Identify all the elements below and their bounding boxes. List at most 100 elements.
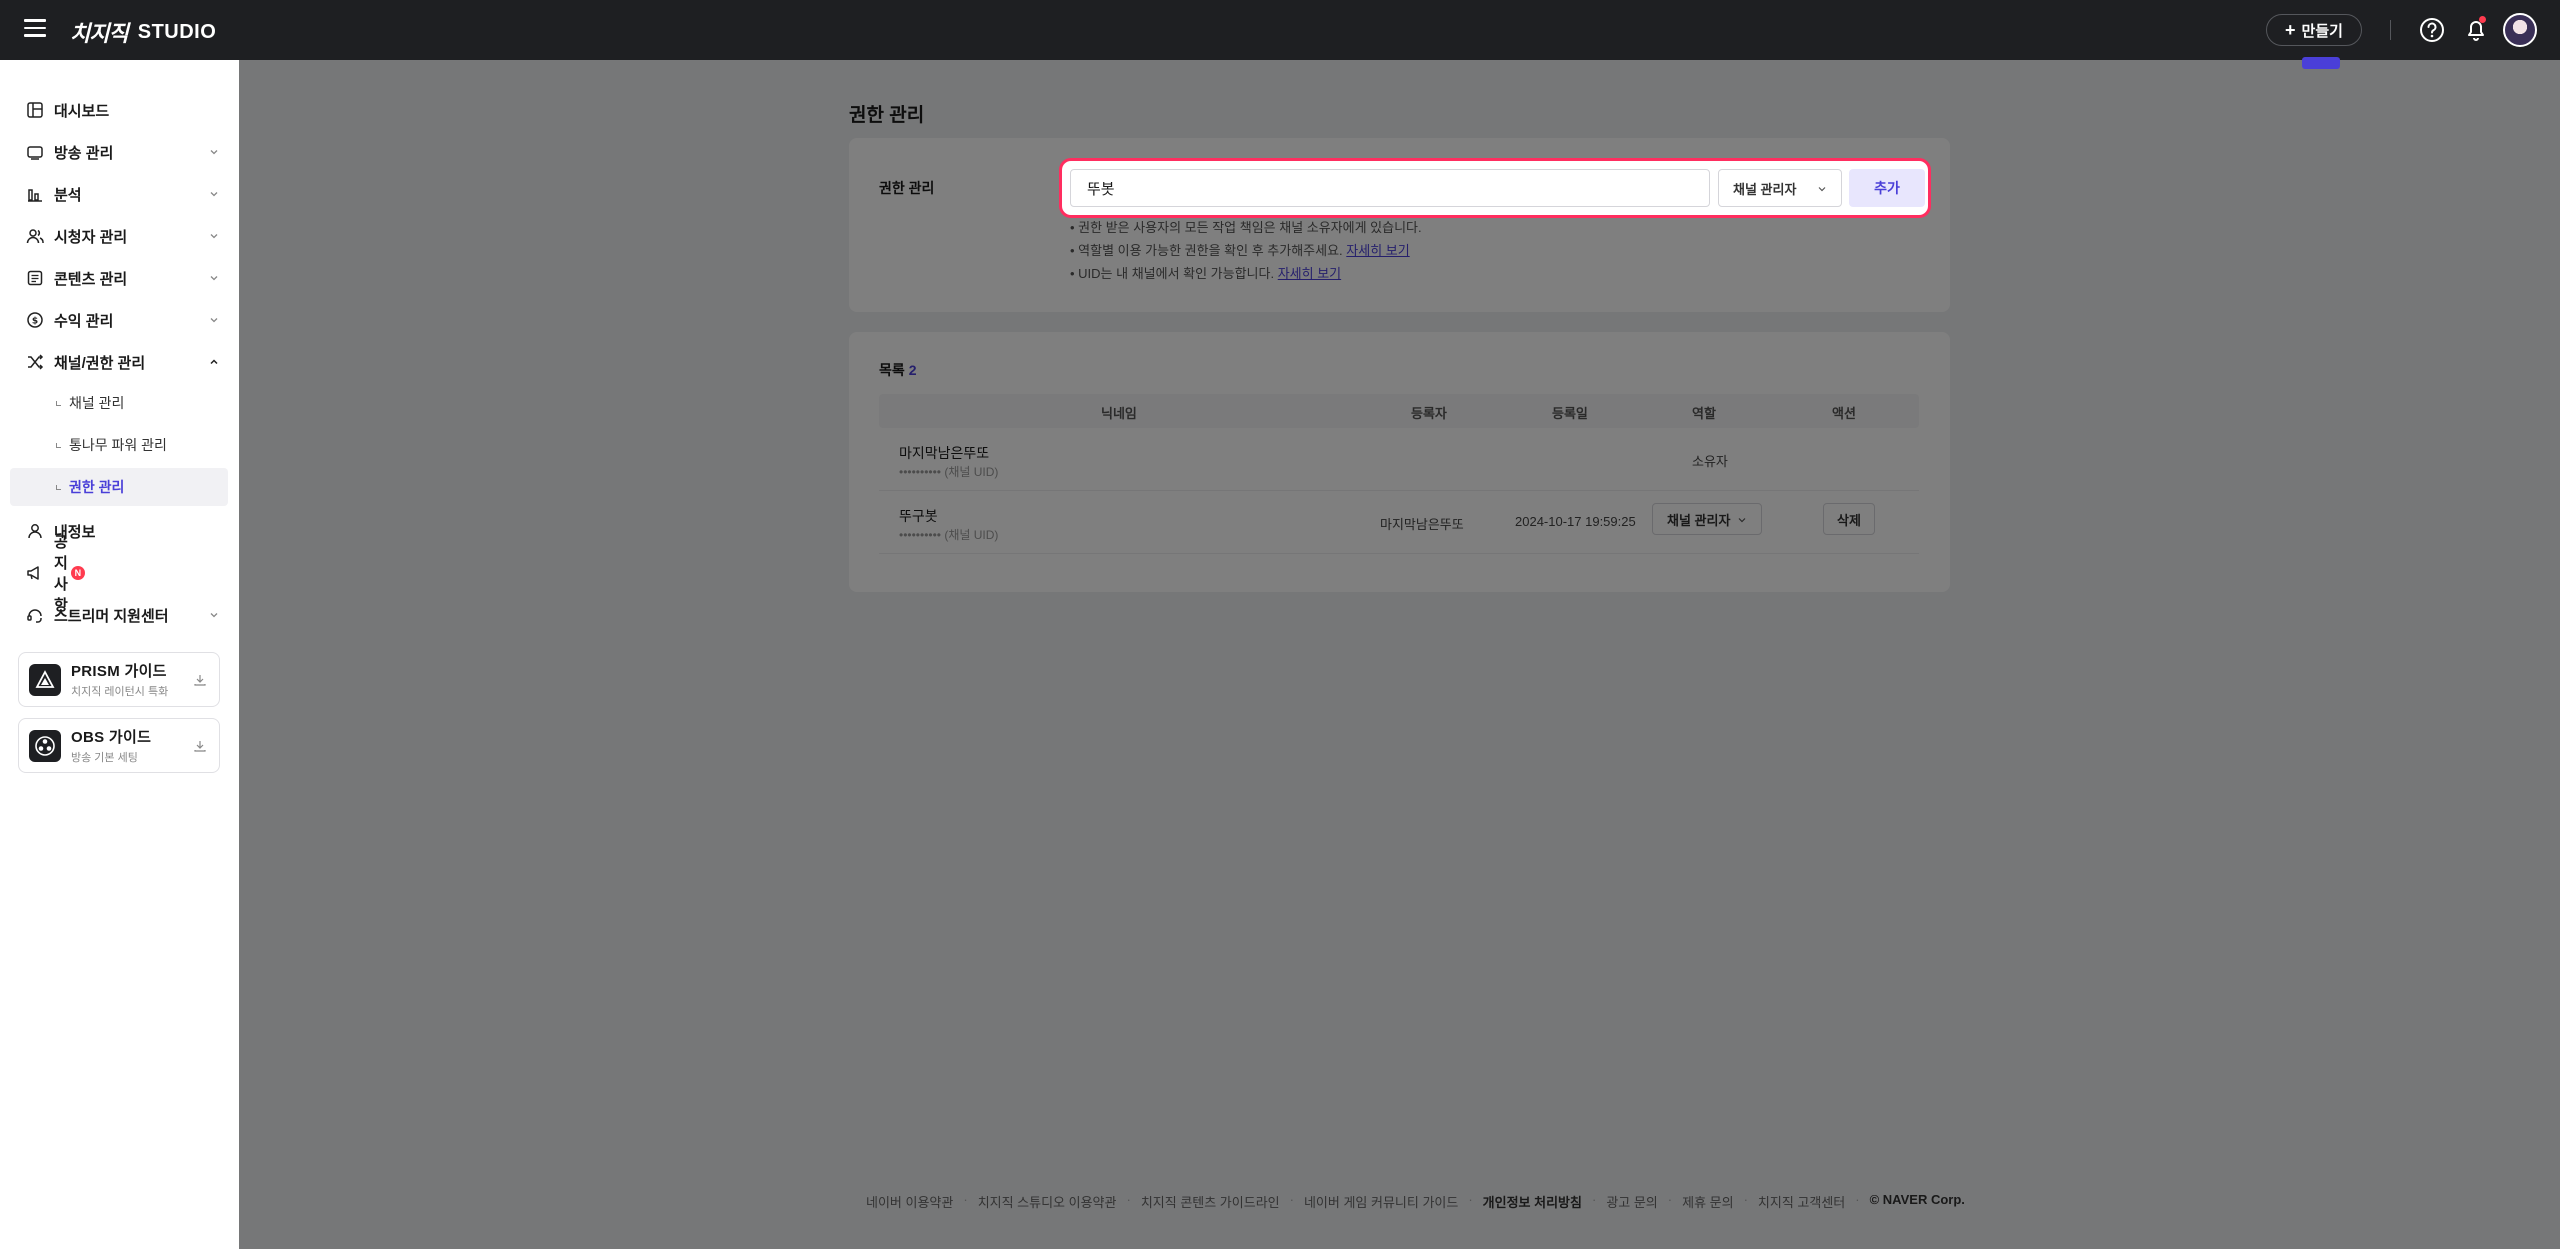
- prism-logo-icon: [29, 663, 61, 696]
- user-icon: [28, 524, 42, 539]
- footer-link[interactable]: 광고 문의: [1606, 1192, 1657, 1211]
- create-label: 만들기: [2301, 22, 2343, 40]
- table-header: 닉네임 등록자 등록일 역할 액션: [879, 394, 1919, 428]
- footer-link[interactable]: 네이버 게임 커뮤니티 가이드: [1304, 1192, 1458, 1211]
- guide-card-prism[interactable]: PRISM 가이드 치지직 레이턴시 특화: [18, 652, 220, 707]
- delete-button[interactable]: 삭제: [1823, 503, 1875, 535]
- subitem-marker: [56, 442, 61, 448]
- sidebar-subitem-log-power[interactable]: 통나무 파워 관리: [10, 426, 228, 464]
- sidebar-item-label: 내정보: [54, 523, 96, 541]
- row-role-select[interactable]: 채널 관리자: [1652, 503, 1762, 535]
- revenue-icon: $: [27, 312, 43, 328]
- chevron-down-icon: [1738, 518, 1746, 523]
- broadcast-icon: [27, 146, 43, 160]
- sidebar-item-revenue[interactable]: $ 수익 관리: [10, 301, 228, 339]
- footer-link-privacy[interactable]: 개인정보 처리방침: [1483, 1192, 1582, 1211]
- sidebar-subitem-permission[interactable]: 권한 관리: [10, 468, 228, 506]
- help-icon[interactable]: [2418, 16, 2446, 44]
- download-icon[interactable]: [193, 739, 207, 753]
- top-bar: 치지직 STUDIO + 만들기: [0, 0, 2560, 60]
- permission-list-card: 목록 2 닉네임 등록자 등록일 역할 액션 마지막남은뚜또 ••••••••••…: [849, 332, 1950, 592]
- footer-link[interactable]: 치지직 스튜디오 이용약관: [978, 1192, 1117, 1211]
- highlighted-add-row: 채널 관리자 추가: [1059, 158, 1931, 218]
- role-select[interactable]: 채널 관리자: [1718, 169, 1842, 207]
- sidebar-item-label: 채널/권한 관리: [54, 354, 146, 372]
- note-line-2: • 역할별 이용 가능한 권한을 확인 후 추가해주세요. 자세히 보기: [1070, 239, 1422, 262]
- chevron-down-icon: [210, 150, 218, 155]
- sidebar-item-notice[interactable]: 공지사항 N: [10, 534, 228, 614]
- footer-link[interactable]: 네이버 이용약관: [866, 1192, 953, 1211]
- detail-link[interactable]: 자세히 보기: [1278, 266, 1341, 281]
- menu-icon[interactable]: [24, 19, 46, 41]
- chevron-down-icon: [210, 276, 218, 281]
- guide-subtitle: 치지직 레이턴시 특화: [71, 686, 169, 698]
- content-icon: [27, 270, 43, 286]
- sidebar-subitem-label: 채널 관리: [69, 395, 125, 411]
- note-line-3: • UID는 내 채널에서 확인 가능합니다. 자세히 보기: [1070, 262, 1422, 285]
- column-header-registrant: 등록자: [1411, 406, 1447, 421]
- dashboard-icon: [27, 102, 43, 118]
- sidebar: 대시보드 방송 관리 분석 시청자 관리 콘텐츠 관리 $ 수익 관리 채널/권…: [0, 60, 239, 1249]
- divider: [2390, 20, 2391, 40]
- list-title: 목록 2: [879, 360, 917, 380]
- analytics-icon: [28, 189, 42, 202]
- detail-link[interactable]: 자세히 보기: [1346, 243, 1409, 258]
- footer: 네이버 이용약관 · 치지직 스튜디오 이용약관 · 치지직 콘텐츠 가이드라인 · …: [866, 1192, 1965, 1211]
- logo[interactable]: 치지직 STUDIO: [70, 16, 216, 48]
- new-badge: N: [70, 566, 85, 580]
- avatar[interactable]: [2503, 13, 2537, 47]
- sidebar-item-content[interactable]: 콘텐츠 관리: [10, 259, 228, 297]
- sidebar-item-dashboard[interactable]: 대시보드: [10, 91, 228, 129]
- column-header-action: 액션: [1832, 406, 1856, 421]
- sidebar-item-channel-permission[interactable]: 채널/권한 관리: [10, 343, 228, 381]
- footer-separator: ·: [963, 1192, 968, 1207]
- viewer-icon: [26, 229, 44, 244]
- shuffle-icon: [28, 354, 44, 370]
- sidebar-item-broadcast[interactable]: 방송 관리: [10, 133, 228, 171]
- sidebar-item-label: 스트리머 지원센터: [54, 607, 169, 625]
- page-title: 권한 관리: [849, 105, 925, 126]
- footer-link[interactable]: 치지직 콘텐츠 가이드라인: [1141, 1192, 1280, 1211]
- row-date: 2024-10-17 19:59:25: [1515, 514, 1636, 529]
- form-notes: • 권한 받은 사용자의 모든 작업 책임은 채널 소유자에게 있습니다. • …: [1070, 216, 1422, 285]
- notification-dot: [2479, 16, 2486, 23]
- sidebar-item-analytics[interactable]: 분석: [10, 175, 228, 213]
- role-select-value: 채널 관리자: [1733, 181, 1797, 197]
- column-header-nickname: 닉네임: [1101, 406, 1137, 421]
- subitem-marker: [56, 400, 61, 406]
- sidebar-subitem-channel[interactable]: 채널 관리: [10, 384, 228, 422]
- footer-separator: ·: [1855, 1192, 1860, 1207]
- row-nickname: 마지막남은뚜또: [899, 445, 990, 461]
- sidebar-item-my-info[interactable]: 내정보: [10, 512, 228, 550]
- column-header-role: 역할: [1692, 406, 1716, 421]
- row-registrant: 마지막남은뚜또: [1380, 517, 1464, 532]
- sidebar-item-support[interactable]: 스트리머 지원센터: [10, 596, 228, 634]
- sidebar-subitem-label: 통나무 파워 관리: [69, 437, 167, 453]
- footer-separator: ·: [1591, 1192, 1597, 1207]
- note-text: • 역할별 이용 가능한 권한을 확인 후 추가해주세요.: [1070, 243, 1343, 258]
- create-button[interactable]: + 만들기: [2266, 14, 2362, 46]
- add-button[interactable]: 추가: [1849, 169, 1925, 207]
- guide-subtitle: 방송 기본 세팅: [71, 752, 138, 764]
- obs-logo-icon: [29, 729, 61, 762]
- form-label: 권한 관리: [879, 180, 935, 196]
- sidebar-item-label: 대시보드: [54, 102, 110, 120]
- table-row: 뚜구봇 •••••••••• (채널 UID) 마지막남은뚜또 2024-10-…: [879, 491, 1919, 554]
- subitem-marker: [56, 484, 61, 490]
- logo-mark: 치지직: [70, 22, 129, 47]
- row-role: 소유자: [1692, 454, 1728, 469]
- download-icon[interactable]: [193, 673, 207, 687]
- nickname-uid-input[interactable]: [1070, 169, 1710, 207]
- guide-card-obs[interactable]: OBS 가이드 방송 기본 세팅: [18, 718, 220, 773]
- footer-separator: ·: [1667, 1192, 1673, 1207]
- megaphone-icon: [27, 566, 39, 580]
- plus-icon: +: [2285, 20, 2296, 40]
- copyright: © NAVER Corp.: [1869, 1192, 1965, 1207]
- sidebar-item-label: 방송 관리: [54, 144, 114, 162]
- list-title-label: 목록: [879, 362, 905, 378]
- chevron-down-icon: [210, 318, 218, 323]
- footer-link[interactable]: 치지직 고객센터: [1758, 1192, 1845, 1211]
- sidebar-item-viewers[interactable]: 시청자 관리: [10, 217, 228, 255]
- footer-link[interactable]: 제휴 문의: [1682, 1192, 1733, 1211]
- guide-title: PRISM 가이드: [71, 663, 167, 680]
